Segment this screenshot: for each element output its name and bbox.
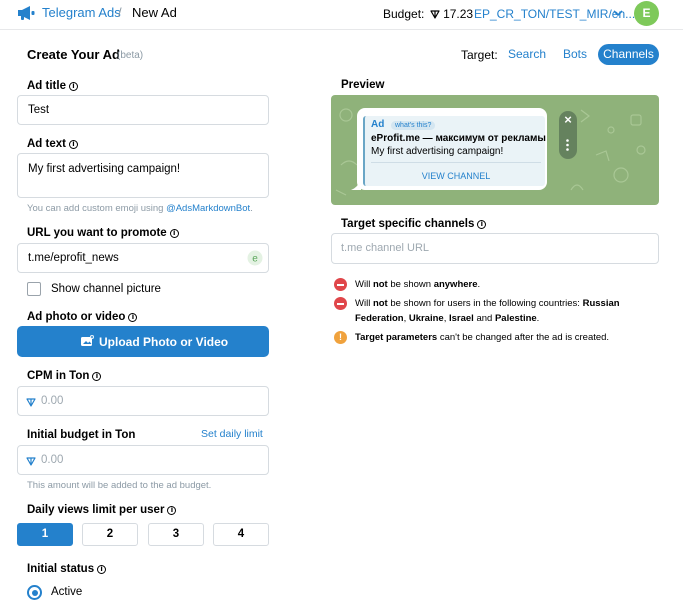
top-bar: Telegram Ads / New Ad Budget: 17.23 EP_C…	[0, 0, 683, 30]
budget-display: Budget: 17.23	[383, 7, 473, 21]
tab-bots[interactable]: Bots	[559, 44, 591, 65]
url-field[interactable]: t.me/eprofit_news e	[17, 243, 269, 273]
bubble-tail	[351, 180, 361, 190]
warning-icon: !	[334, 331, 347, 344]
target-channels-label: Target specific channels i	[341, 218, 487, 230]
ad-text-value: My first advertising campaign!	[28, 163, 181, 175]
ad-title-field[interactable]: Test	[17, 95, 269, 125]
cpm-field[interactable]: 0.00	[17, 386, 269, 416]
daily-views-option-4[interactable]: 4	[213, 523, 269, 546]
daily-views-option-1[interactable]: 1	[17, 523, 73, 546]
svg-text:e: e	[252, 254, 258, 265]
budget-hint: This amount will be added to the ad budg…	[27, 480, 212, 491]
channel-url-field[interactable]	[331, 233, 659, 264]
ton-icon	[26, 457, 36, 466]
ad-text-label: Ad text i	[27, 138, 78, 150]
more-icon[interactable]	[566, 139, 569, 151]
channel-url-input[interactable]	[341, 242, 641, 254]
ad-title-value: Test	[28, 104, 50, 116]
add-photo-icon	[81, 335, 94, 346]
preview-message: My first advertising campaign!	[371, 146, 504, 157]
beta-badge: (beta)	[117, 50, 144, 61]
breadcrumb-separator: /	[118, 5, 122, 20]
budget-value: 17.23	[443, 7, 474, 21]
chevron-down-icon[interactable]	[613, 9, 623, 17]
info-icon[interactable]: i	[167, 506, 177, 515]
info-icon[interactable]: i	[477, 220, 487, 229]
show-picture-label: Show channel picture	[51, 283, 161, 295]
ad-preview: Ad what's this? eProfit.me — максимум от…	[331, 95, 659, 205]
initial-budget-label: Initial budget in Ton	[27, 429, 136, 441]
emoji-hint: You can add custom emoji using @AdsMarkd…	[27, 203, 253, 214]
status-active-radio[interactable]	[27, 585, 42, 600]
target-label: Target:	[461, 48, 498, 62]
upload-photo-button[interactable]: Upload Photo or Video	[17, 326, 269, 357]
cpm-placeholder: 0.00	[41, 395, 64, 407]
block-icon	[334, 297, 347, 310]
status-active-label: Active	[51, 586, 83, 598]
preview-channel-line: eProfit.me — максимум от рекламы	[371, 133, 546, 144]
info-icon[interactable]: i	[128, 313, 138, 322]
info-icon[interactable]: i	[169, 229, 179, 238]
brand-link[interactable]: Telegram Ads	[42, 5, 121, 20]
upload-button-label: Upload Photo or Video	[99, 335, 229, 349]
daily-views-option-2[interactable]: 2	[82, 523, 138, 546]
url-value: t.me/eprofit_news	[28, 252, 119, 264]
divider	[371, 162, 541, 163]
show-picture-checkbox[interactable]	[27, 282, 41, 296]
close-icon[interactable]: ×	[559, 112, 577, 127]
initial-status-label: Initial status i	[27, 563, 107, 575]
daily-views-option-3[interactable]: 3	[148, 523, 204, 546]
daily-views-label: Daily views limit per user i	[27, 504, 177, 516]
ad-message-bubble: Ad what's this? eProfit.me — максимум от…	[351, 108, 547, 190]
ad-tag: Ad	[371, 119, 385, 130]
tab-search[interactable]: Search	[506, 44, 548, 65]
account-selector[interactable]: EP_CR_TON/TEST_MIR/en...	[474, 7, 635, 21]
notice-countries: Will not be shown for users in the follo…	[355, 298, 620, 324]
megaphone-icon	[18, 6, 35, 20]
preview-side-controls: ×	[559, 111, 577, 159]
page-title: Create Your Ad	[27, 47, 120, 62]
notice-not-shown: Will not be shown anywhere.	[355, 279, 481, 290]
preview-label: Preview	[341, 79, 385, 91]
info-icon[interactable]: i	[68, 82, 78, 91]
ads-markdown-bot-link[interactable]: @AdsMarkdownBot	[166, 203, 250, 214]
validation-icon: e	[247, 250, 263, 266]
avatar[interactable]: E	[634, 1, 659, 26]
info-icon[interactable]: i	[92, 372, 102, 381]
photo-label: Ad photo or video i	[27, 311, 138, 323]
info-icon[interactable]: i	[97, 565, 107, 574]
ton-icon	[26, 398, 36, 407]
url-label: URL you want to promote i	[27, 227, 179, 239]
budget-label: Budget:	[383, 7, 425, 21]
view-channel-button[interactable]: VIEW CHANNEL	[365, 171, 547, 181]
ad-card: Ad what's this? eProfit.me — максимум от…	[363, 116, 547, 186]
whats-this-link[interactable]: what's this?	[391, 121, 436, 130]
breadcrumb-current: New Ad	[132, 5, 177, 20]
tab-channels[interactable]: Channels	[598, 44, 659, 65]
notice-target-params: Target parameters can't be changed after…	[355, 332, 610, 343]
budget-placeholder: 0.00	[41, 454, 64, 466]
set-daily-limit-link[interactable]: Set daily limit	[201, 428, 263, 440]
cpm-label: CPM in Ton i	[27, 370, 102, 382]
ad-text-field[interactable]: My first advertising campaign!	[17, 153, 269, 198]
ton-icon	[430, 10, 440, 19]
ad-title-label: Ad title i	[27, 80, 78, 92]
block-icon	[334, 278, 347, 291]
initial-budget-field[interactable]: 0.00	[17, 445, 269, 475]
info-icon[interactable]: i	[68, 140, 78, 149]
